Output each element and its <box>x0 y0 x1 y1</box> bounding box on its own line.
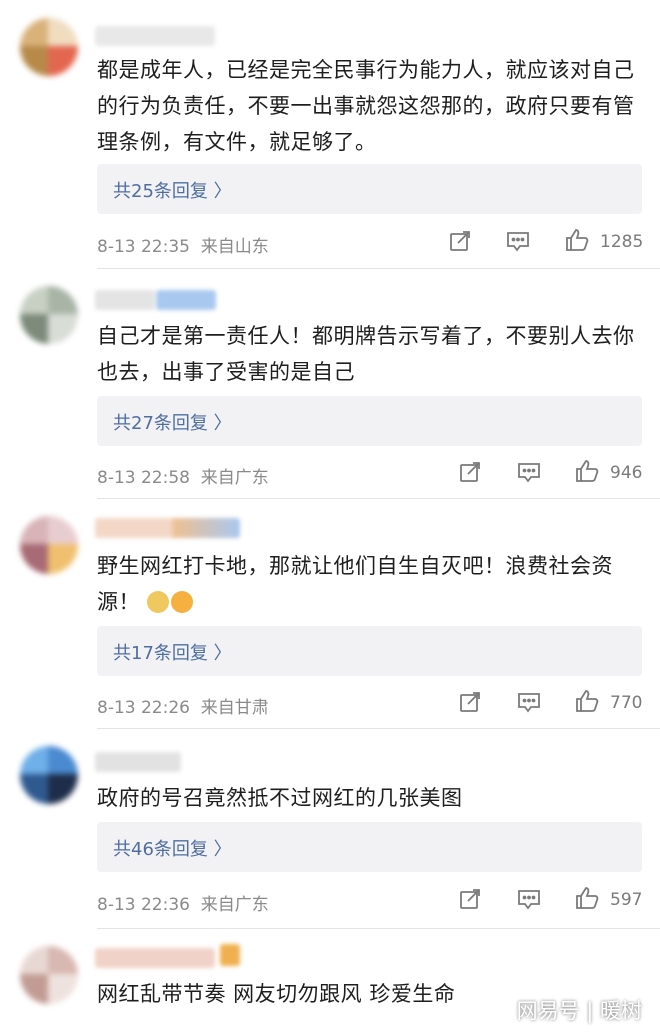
view-replies-link[interactable]: 共27条回复 〉 <box>113 409 232 435</box>
thumbs-up-icon[interactable] <box>574 688 600 714</box>
thumbs-up-icon[interactable] <box>574 458 600 484</box>
divider <box>97 498 660 499</box>
avatar[interactable] <box>20 18 78 76</box>
like-count: 1285 <box>600 232 644 252</box>
comment-icon[interactable] <box>516 460 542 484</box>
share-icon[interactable] <box>458 887 482 911</box>
avatar[interactable] <box>20 516 78 574</box>
comment-text: 政府的号召竟然抵不过网红的几张美图 <box>97 786 463 810</box>
username-blurred[interactable] <box>95 752 181 772</box>
timestamp: 8-13 22:58 来自广东 <box>97 468 269 488</box>
share-icon[interactable] <box>448 229 472 253</box>
divider <box>97 268 660 269</box>
avatar[interactable] <box>20 286 78 344</box>
timestamp: 8-13 22:36 来自广东 <box>97 895 269 915</box>
timestamp: 8-13 22:35 来自山东 <box>97 237 269 257</box>
drooling-emoji-icon <box>171 591 194 613</box>
reply-box[interactable]: 共27条回复 〉 <box>97 396 642 446</box>
comment-text: 自己才是第一责任人！都明牌告示写着了，不要别人去你也去，出事了受害的是自己 <box>97 324 635 384</box>
comment-text: 野生网红打卡地，那就让他们自生自灭吧！浪费社会资源！ <box>97 554 613 614</box>
comment-icon[interactable] <box>516 887 542 911</box>
timestamp: 8-13 22:26 来自甘肃 <box>97 698 269 718</box>
doge-emoji-icon <box>147 591 170 613</box>
divider <box>97 728 660 729</box>
location: 来自甘肃 <box>200 698 269 718</box>
like-count: 770 <box>610 693 643 713</box>
vip-badge-blurred <box>156 290 216 310</box>
reply-box[interactable]: 共25条回复 〉 <box>97 164 642 214</box>
username-blurred[interactable] <box>95 518 175 538</box>
username-blurred[interactable] <box>95 948 215 968</box>
view-replies-link[interactable]: 共46条回复 〉 <box>113 835 232 861</box>
reply-box[interactable]: 共46条回复 〉 <box>97 822 642 872</box>
watermark: 网易号 | 暖树 <box>516 999 642 1023</box>
username-blurred[interactable] <box>95 290 155 310</box>
like-count: 597 <box>610 890 643 910</box>
comment-icon[interactable] <box>516 690 542 714</box>
view-replies-link[interactable]: 共17条回复 〉 <box>113 639 232 665</box>
share-icon[interactable] <box>458 460 482 484</box>
location: 来自广东 <box>200 895 269 915</box>
like-count: 946 <box>610 463 643 483</box>
comment-icon[interactable] <box>505 229 531 253</box>
share-icon[interactable] <box>458 690 482 714</box>
vip-badge-blurred <box>220 944 240 966</box>
vip-badge-blurred <box>172 518 240 538</box>
avatar[interactable] <box>20 746 78 804</box>
divider <box>97 928 660 929</box>
thumbs-up-icon[interactable] <box>574 885 600 911</box>
view-replies-link[interactable]: 共25条回复 〉 <box>113 177 232 203</box>
reply-box[interactable]: 共17条回复 〉 <box>97 626 642 676</box>
comment-text: 都是成年人，已经是完全民事行为能力人，就应该对自己的行为负责任，不要一出事就怨这… <box>97 58 635 154</box>
avatar[interactable] <box>20 946 78 1004</box>
username-blurred[interactable] <box>95 26 215 46</box>
thumbs-up-icon[interactable] <box>564 227 590 253</box>
location: 来自广东 <box>200 468 269 488</box>
location: 来自山东 <box>200 237 269 257</box>
